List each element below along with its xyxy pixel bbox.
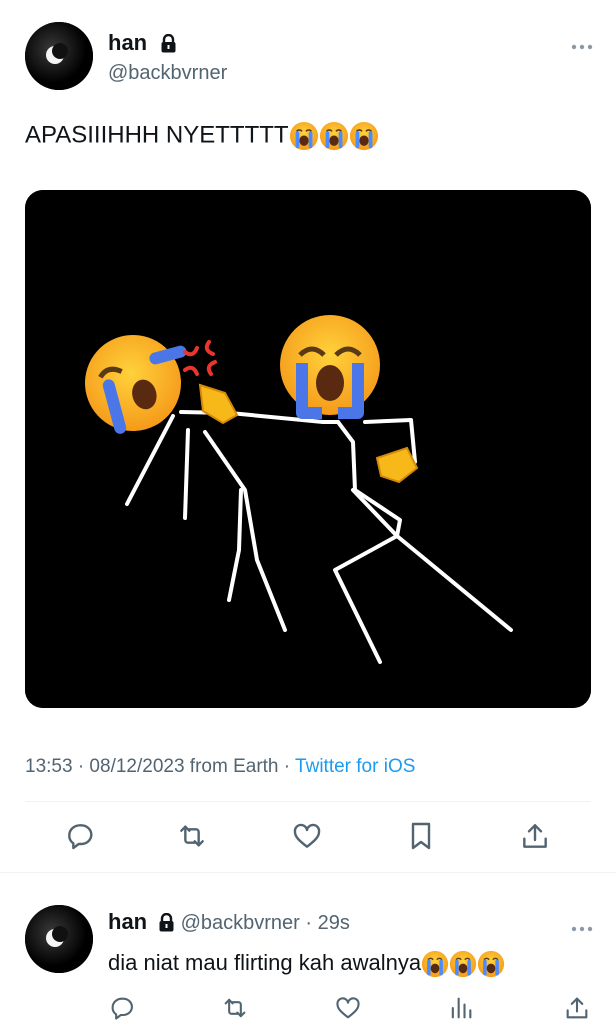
- more-options-icon[interactable]: [571, 33, 593, 56]
- reply-time[interactable]: 29s: [318, 912, 350, 934]
- loudly-crying-face-emoji: [449, 950, 477, 978]
- loudly-crying-face-emoji: [289, 121, 319, 151]
- tweet-source-link[interactable]: Twitter for iOS: [295, 756, 415, 777]
- loudly-crying-face-emoji: [349, 121, 379, 151]
- moon-icon: [25, 905, 93, 973]
- loudly-crying-face-emoji: [421, 950, 449, 978]
- reply-author-name[interactable]: han: [108, 909, 147, 934]
- loudly-crying-face-emoji: [477, 950, 505, 978]
- reply-avatar[interactable]: [25, 905, 93, 973]
- like-icon[interactable]: [289, 818, 325, 854]
- avatar[interactable]: [25, 22, 93, 90]
- stick-figure-illustration: [25, 190, 591, 708]
- divider: [25, 801, 591, 802]
- author-name-row: han: [108, 30, 177, 58]
- tweet-meta: 13:53 · 08/12/2023 from Earth · Twitter …: [25, 756, 416, 777]
- divider: [0, 872, 616, 873]
- tweet-timestamp[interactable]: 13:53 · 08/12/2023 from Earth: [25, 756, 279, 777]
- reply-icon[interactable]: [62, 818, 98, 854]
- like-icon[interactable]: [332, 992, 364, 1024]
- author-handle[interactable]: @backbvrner: [108, 62, 227, 85]
- tweet-text: APASIIIHHH NYETTTTT: [25, 121, 379, 151]
- bookmark-icon[interactable]: [403, 818, 439, 854]
- author-name[interactable]: han: [108, 30, 147, 55]
- reply-icon[interactable]: [106, 992, 138, 1024]
- reply-text: dia niat mau flirting kah awalnya: [108, 950, 505, 978]
- moon-icon: [25, 22, 93, 90]
- tweet-text-content: APASIIIHHH NYETTTTT: [25, 121, 289, 149]
- lock-icon: [158, 912, 175, 937]
- retweet-icon[interactable]: [174, 818, 210, 854]
- lock-icon: [160, 33, 177, 58]
- reply-text-content: dia niat mau flirting kah awalnya: [108, 950, 422, 975]
- views-icon[interactable]: [445, 992, 477, 1024]
- tweet-media-image[interactable]: [25, 190, 591, 708]
- share-icon[interactable]: [561, 992, 593, 1024]
- retweet-icon[interactable]: [219, 992, 251, 1024]
- reply-header: han @backbvrner · 29s: [108, 909, 350, 937]
- loudly-crying-face-emoji: [319, 121, 349, 151]
- reply-author-handle[interactable]: @backbvrner: [181, 912, 300, 934]
- more-options-icon[interactable]: [571, 915, 593, 938]
- share-icon[interactable]: [517, 818, 553, 854]
